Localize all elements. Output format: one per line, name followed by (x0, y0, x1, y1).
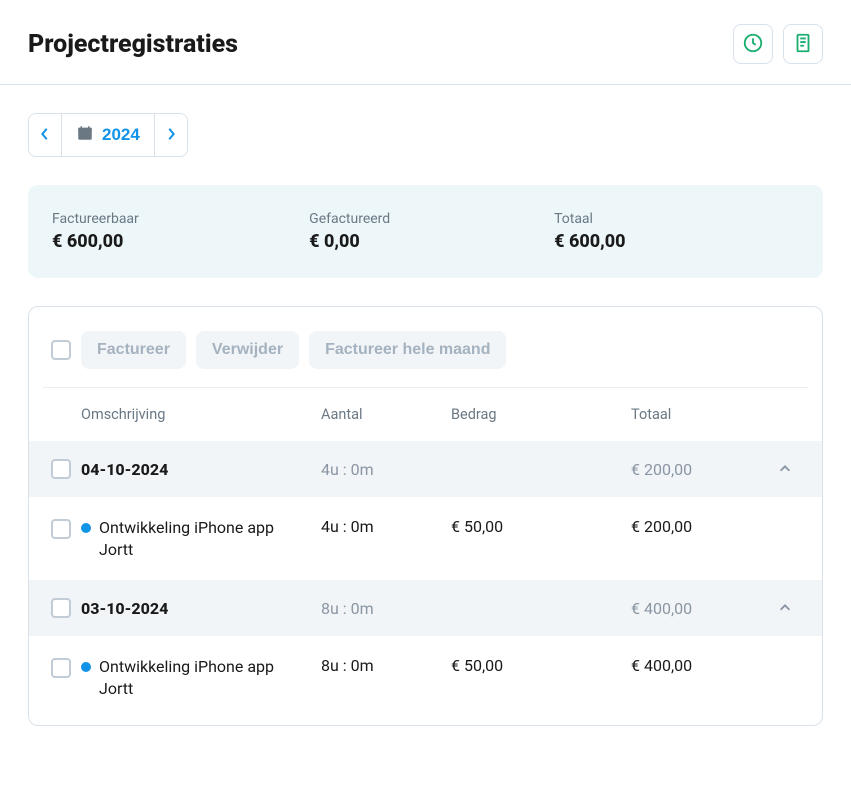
clock-button[interactable] (733, 24, 773, 64)
year-select-button[interactable]: 2024 (61, 114, 155, 156)
th-aantal: Aantal (321, 406, 441, 423)
registrations-panel: Factureer Verwijder Factureer hele maand… (28, 306, 823, 726)
calendar-icon (76, 124, 94, 147)
day-group: 03-10-2024 8u : 0m € 400,00 Ontwikkeling… (43, 580, 808, 719)
verwijder-button[interactable]: Verwijder (196, 331, 299, 369)
entry-description: Ontwikkeling iPhone app Jortt (81, 656, 311, 699)
day-header[interactable]: 04-10-2024 4u : 0m € 200,00 (29, 441, 822, 497)
entry-checkbox[interactable] (51, 519, 71, 539)
day-checkbox[interactable] (51, 459, 71, 479)
status-dot-icon (81, 662, 91, 672)
clock-icon (742, 32, 764, 57)
year-nav: 2024 (28, 113, 188, 157)
summary-totaal-label: Totaal (554, 211, 799, 227)
summary-totaal-value: € 600,00 (554, 231, 799, 252)
entry-row[interactable]: Ontwikkeling iPhone app Jortt 4u : 0m € … (43, 497, 808, 580)
entry-description-text: Ontwikkeling iPhone app Jortt (99, 517, 311, 560)
summary-gefactureerd-label: Gefactureerd (309, 211, 554, 227)
entry-description: Ontwikkeling iPhone app Jortt (81, 517, 311, 560)
prev-year-button[interactable] (29, 114, 61, 156)
entry-description-text: Ontwikkeling iPhone app Jortt (99, 656, 311, 699)
day-date: 03-10-2024 (81, 599, 311, 618)
th-bedrag: Bedrag (451, 406, 621, 423)
day-totaal: € 200,00 (631, 460, 760, 479)
summary-factureerbaar-value: € 600,00 (52, 231, 309, 252)
chevron-up-icon (770, 601, 800, 615)
chevron-right-icon (166, 127, 176, 144)
year-label: 2024 (102, 125, 140, 145)
entry-aantal: 8u : 0m (321, 656, 441, 675)
day-aantal: 8u : 0m (321, 599, 441, 618)
summary-factureerbaar-label: Factureerbaar (52, 211, 309, 227)
day-totaal: € 400,00 (631, 599, 760, 618)
summary-panel: Factureerbaar € 600,00 Gefactureerd € 0,… (28, 185, 823, 278)
status-dot-icon (81, 523, 91, 533)
day-checkbox[interactable] (51, 598, 71, 618)
receipt-button[interactable] (783, 24, 823, 64)
chevron-up-icon (770, 462, 800, 476)
th-omschrijving: Omschrijving (81, 406, 311, 423)
entry-bedrag: € 50,00 (451, 656, 621, 675)
table-header: Omschrijving Aantal Bedrag Totaal (43, 388, 808, 441)
entry-totaal: € 200,00 (631, 517, 760, 536)
entry-row[interactable]: Ontwikkeling iPhone app Jortt 8u : 0m € … (43, 636, 808, 719)
factureer-hele-maand-button[interactable]: Factureer hele maand (309, 331, 506, 369)
chevron-left-icon (40, 127, 50, 144)
day-date: 04-10-2024 (81, 460, 311, 479)
entry-aantal: 4u : 0m (321, 517, 441, 536)
day-aantal: 4u : 0m (321, 460, 441, 479)
entry-totaal: € 400,00 (631, 656, 760, 675)
entry-checkbox[interactable] (51, 658, 71, 678)
receipt-icon (792, 32, 814, 57)
summary-gefactureerd-value: € 0,00 (309, 231, 554, 252)
entry-bedrag: € 50,00 (451, 517, 621, 536)
day-group: 04-10-2024 4u : 0m € 200,00 Ontwikkeling… (43, 441, 808, 580)
select-all-checkbox[interactable] (51, 340, 71, 360)
day-header[interactable]: 03-10-2024 8u : 0m € 400,00 (29, 580, 822, 636)
th-totaal: Totaal (631, 406, 760, 423)
page-title: Projectregistraties (28, 30, 238, 59)
factureer-button[interactable]: Factureer (81, 331, 186, 369)
next-year-button[interactable] (155, 114, 187, 156)
